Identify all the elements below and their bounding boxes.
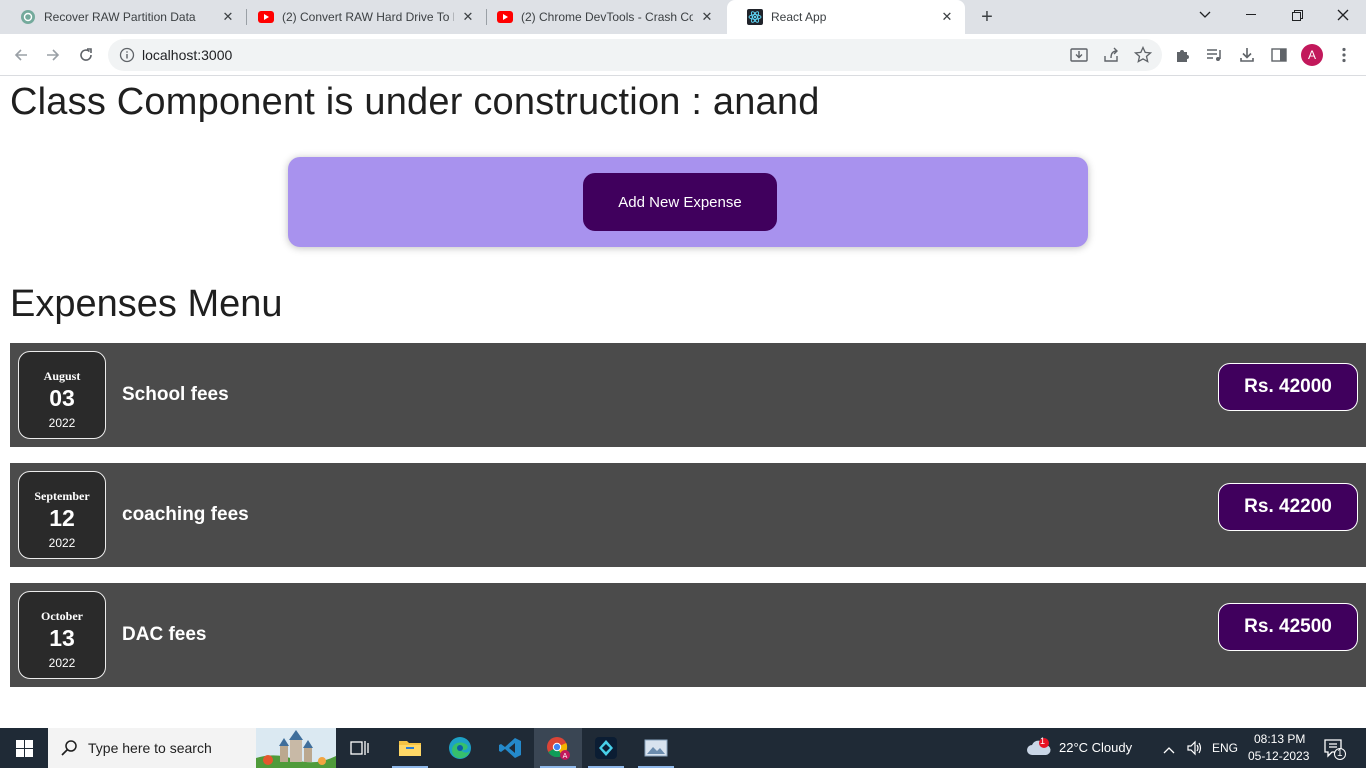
edge-browser-icon[interactable] bbox=[436, 728, 484, 768]
address-bar[interactable]: localhost:3000 bbox=[108, 39, 1162, 71]
vscode-icon[interactable] bbox=[486, 728, 534, 768]
expense-day: 03 bbox=[49, 385, 75, 411]
new-expense-panel: Add New Expense bbox=[288, 157, 1088, 247]
chrome-browser-icon[interactable]: A bbox=[534, 728, 582, 768]
expense-month: August bbox=[43, 369, 81, 383]
react-icon bbox=[747, 9, 763, 25]
close-icon[interactable]: ✕ bbox=[939, 9, 955, 25]
expense-day: 12 bbox=[49, 505, 75, 531]
page-content: Class Component is under construction : … bbox=[0, 77, 1366, 728]
file-explorer-icon[interactable] bbox=[386, 728, 434, 768]
search-icon bbox=[60, 739, 78, 757]
media-queue-icon[interactable] bbox=[1203, 43, 1227, 67]
forward-arrow-icon[interactable] bbox=[41, 43, 65, 67]
expense-price: Rs. 42200 bbox=[1218, 483, 1358, 531]
reload-icon[interactable] bbox=[74, 43, 98, 67]
site-info-icon[interactable] bbox=[119, 47, 135, 63]
expense-description: School fees bbox=[122, 384, 229, 405]
filmora-app-icon[interactable] bbox=[582, 728, 630, 768]
profile-avatar[interactable]: A bbox=[1301, 44, 1323, 66]
add-new-expense-button[interactable]: Add New Expense bbox=[583, 173, 777, 231]
more-menu-icon[interactable] bbox=[1332, 43, 1356, 67]
taskbar-search-box[interactable]: Type here to search bbox=[48, 728, 336, 768]
cloudy-weather-icon[interactable] bbox=[1026, 737, 1052, 764]
task-view-icon[interactable] bbox=[336, 728, 384, 768]
expense-year: 2022 bbox=[48, 656, 76, 670]
expense-item: October 13 2022 DAC fees Rs. 42500 bbox=[10, 583, 1366, 687]
expense-month: October bbox=[41, 609, 83, 623]
windows-logo-icon bbox=[15, 739, 33, 757]
minimize-icon[interactable] bbox=[1228, 0, 1274, 30]
language-indicator[interactable]: ENG bbox=[1212, 741, 1238, 755]
tab-title: Recover RAW Partition Data bbox=[44, 10, 196, 24]
expenses-menu-title: Expenses Menu bbox=[10, 283, 283, 325]
notification-count: 1 bbox=[1337, 748, 1343, 759]
downloads-icon[interactable] bbox=[1235, 43, 1259, 67]
tab-search-chevron-icon[interactable] bbox=[1182, 0, 1228, 30]
expense-description: DAC fees bbox=[122, 624, 207, 645]
new-tab-button[interactable]: + bbox=[976, 7, 998, 29]
bookmark-star-icon[interactable] bbox=[1131, 43, 1155, 67]
chatgpt-icon bbox=[20, 9, 36, 25]
expense-price: Rs. 42500 bbox=[1218, 603, 1358, 651]
share-icon[interactable] bbox=[1099, 43, 1123, 67]
install-app-icon[interactable] bbox=[1067, 43, 1091, 67]
close-icon[interactable]: ✕ bbox=[699, 9, 715, 25]
clock-date[interactable]: 05-12-2023 bbox=[1248, 749, 1309, 763]
youtube-icon bbox=[258, 9, 274, 25]
weather-text[interactable]: 22°C Cloudy bbox=[1059, 740, 1132, 755]
expense-price: Rs. 42000 bbox=[1218, 363, 1358, 411]
windows-taskbar: Type here to search A 1 22°C Cloudy ENG … bbox=[0, 728, 1366, 768]
youtube-icon bbox=[497, 9, 513, 25]
clock-time[interactable]: 08:13 PM bbox=[1254, 732, 1305, 746]
close-icon[interactable]: ✕ bbox=[220, 9, 236, 25]
expense-month: September bbox=[34, 489, 90, 503]
expense-date: October 13 2022 bbox=[18, 591, 106, 679]
svg-text:A: A bbox=[563, 753, 568, 760]
side-panel-icon[interactable] bbox=[1267, 43, 1291, 67]
expense-date: September 12 2022 bbox=[18, 471, 106, 559]
tab-title: (2) Chrome DevTools - Crash Course bbox=[521, 10, 693, 24]
close-icon[interactable]: ✕ bbox=[460, 9, 476, 25]
url-text: localhost:3000 bbox=[142, 47, 233, 63]
tab-title: React App bbox=[771, 10, 827, 24]
browser-tab-strip: Recover RAW Partition Data ✕ (2) Convert… bbox=[0, 0, 1366, 34]
tab-recover-raw[interactable]: Recover RAW Partition Data ✕ bbox=[0, 0, 246, 34]
expense-item: August 03 2022 School fees Rs. 42000 bbox=[10, 343, 1366, 447]
expense-date: August 03 2022 bbox=[18, 351, 106, 439]
tab-convert-raw[interactable]: (2) Convert RAW Hard Drive To NTFS ✕ bbox=[238, 0, 486, 34]
start-button[interactable] bbox=[0, 728, 48, 768]
tab-devtools[interactable]: (2) Chrome DevTools - Crash Course ✕ bbox=[477, 0, 725, 34]
expense-day: 13 bbox=[49, 625, 75, 651]
page-title: Class Component is under construction : … bbox=[10, 81, 820, 123]
expense-year: 2022 bbox=[48, 416, 76, 430]
image-viewer-icon[interactable] bbox=[632, 728, 680, 768]
extensions-puzzle-icon[interactable] bbox=[1171, 43, 1195, 67]
expense-year: 2022 bbox=[48, 536, 76, 550]
back-arrow-icon[interactable] bbox=[9, 43, 33, 67]
expense-description: coaching fees bbox=[122, 504, 249, 525]
expense-item: September 12 2022 coaching fees Rs. 4220… bbox=[10, 463, 1366, 567]
tab-title: (2) Convert RAW Hard Drive To NTFS bbox=[282, 10, 454, 24]
close-window-icon[interactable] bbox=[1320, 0, 1366, 30]
chevron-up-icon[interactable] bbox=[1163, 741, 1175, 759]
tab-react-app[interactable]: React App ✕ bbox=[727, 0, 965, 34]
browser-toolbar: localhost:3000 A bbox=[0, 34, 1366, 76]
search-placeholder: Type here to search bbox=[88, 740, 212, 756]
search-highlight-castle-icon bbox=[256, 728, 336, 768]
weather-badge: 1 bbox=[1040, 736, 1046, 746]
restore-icon[interactable] bbox=[1274, 0, 1320, 30]
volume-icon[interactable] bbox=[1186, 739, 1204, 762]
